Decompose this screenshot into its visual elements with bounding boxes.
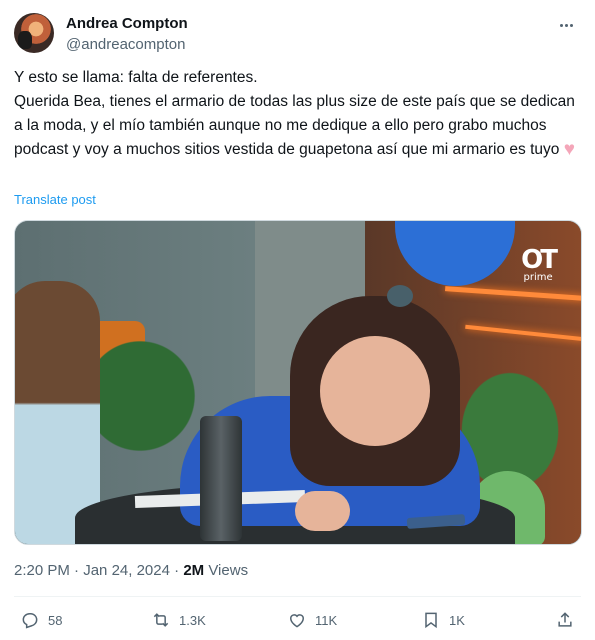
person-arm [295, 491, 350, 531]
divider [14, 596, 581, 597]
tweet-time[interactable]: 2:20 PM [14, 562, 70, 579]
tweet-date[interactable]: Jan 24, 2024 [83, 562, 170, 579]
repost-icon [153, 613, 169, 627]
repost-count: 1.3K [179, 612, 206, 628]
share-icon [558, 612, 572, 627]
views-label: Views [208, 562, 249, 579]
reply-button[interactable]: 58 [20, 607, 62, 633]
heart-emoji: ♥ [563, 139, 575, 160]
avatar[interactable] [14, 13, 54, 53]
like-button[interactable]: 11K [287, 607, 337, 633]
bookmark-count: 1K [449, 612, 465, 628]
media-image[interactable]: OT prime [14, 220, 582, 545]
tweet-meta: 2:20 PM · Jan 24, 2024 · 2M Views [14, 562, 248, 579]
meta-separator: · [169, 562, 184, 579]
translate-link[interactable]: Translate post [14, 192, 96, 207]
like-icon [289, 614, 305, 628]
person-face [320, 336, 430, 446]
repost-button[interactable]: 1.3K [151, 607, 206, 633]
bookmark-icon [425, 612, 437, 629]
bookmark-button[interactable]: 1K [421, 607, 465, 633]
share-button[interactable] [555, 607, 583, 633]
user-handle[interactable]: @andreacompton [66, 36, 185, 53]
water-bottle [200, 416, 242, 541]
channel-logo: OT prime [521, 245, 558, 284]
hair-bun [387, 285, 413, 307]
tweet-header: Andrea Compton @andreacompton [14, 12, 581, 56]
tweet-body: Y esto se llama: falta de referentes. Qu… [14, 69, 575, 158]
reply-icon [22, 613, 38, 629]
like-count: 11K [315, 612, 338, 628]
more-icon[interactable] [555, 14, 577, 36]
logo-subtitle: prime [523, 272, 553, 283]
views-count: 2M [183, 562, 205, 579]
meta-separator: · [69, 562, 84, 579]
reply-count: 58 [48, 612, 63, 628]
display-name[interactable]: Andrea Compton [66, 15, 188, 32]
action-bar: 58 1.3K 11K 1K [14, 607, 581, 633]
tweet-text: Y esto se llama: falta de referentes. Qu… [14, 66, 586, 162]
logo-mark: OT [521, 245, 558, 275]
